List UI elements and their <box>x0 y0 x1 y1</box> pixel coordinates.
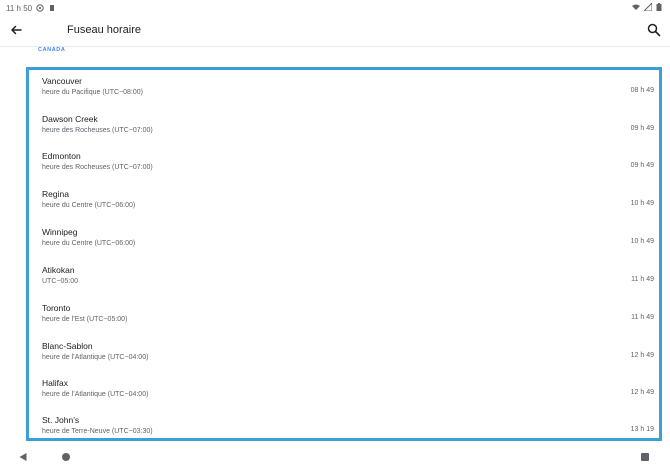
zone-name: heure de l’Atlantique (UTC−04:00) <box>42 391 149 398</box>
app-bar: Fuseau horaire <box>0 16 670 46</box>
page-title: Fuseau horaire <box>67 24 141 36</box>
city-name: Vancouver <box>42 76 83 86</box>
sd-card-icon <box>50 5 55 11</box>
section-header: CANADA <box>38 47 66 53</box>
local-time: 09 h 49 <box>630 125 654 132</box>
search-icon[interactable] <box>646 22 662 38</box>
city-name: Winnipeg <box>42 227 78 237</box>
city-name: Regina <box>42 189 69 199</box>
zone-name: heure du Pacifique (UTC−08:00) <box>42 89 143 96</box>
nav-back-icon[interactable] <box>18 452 28 462</box>
back-arrow-icon[interactable] <box>8 22 24 38</box>
city-name: Atikokan <box>42 265 75 275</box>
zone-name: heure des Rocheuses (UTC−07:00) <box>42 164 153 171</box>
zone-name: heure de Terre-Neuve (UTC−03:30) <box>42 428 153 435</box>
status-bar: 11 h 50 <box>0 0 670 16</box>
zone-name: heure de l’Est (UTC−05:00) <box>42 316 128 323</box>
list-item[interactable]: Dawson Creek heure des Rocheuses (UTC−07… <box>29 110 659 148</box>
list-item[interactable]: Regina heure du Centre (UTC−06:00) 10 h … <box>29 185 659 223</box>
list-item[interactable]: Winnipeg heure du Centre (UTC−06:00) 10 … <box>29 223 659 261</box>
appbar-divider <box>0 46 670 47</box>
system-nav-bar <box>0 441 670 472</box>
city-name: St. John’s <box>42 415 80 425</box>
zone-name: heure du Centre (UTC−06:00) <box>42 202 136 209</box>
local-time: 11 h 49 <box>631 276 654 283</box>
battery-icon <box>656 3 662 11</box>
zone-name: UTC−05:00 <box>42 278 78 285</box>
local-time: 09 h 49 <box>630 162 654 169</box>
wifi-icon <box>632 4 640 10</box>
city-name: Blanc-Sablon <box>42 341 93 351</box>
local-time: 10 h 49 <box>630 238 654 245</box>
city-name: Halifax <box>42 378 68 388</box>
nav-home-icon[interactable] <box>62 453 70 461</box>
local-time: 13 h 19 <box>630 426 654 433</box>
status-right-icons <box>632 3 662 11</box>
zone-name: heure de l’Atlantique (UTC−04:00) <box>42 354 149 361</box>
signal-icon <box>644 3 652 11</box>
status-time: 11 h 50 <box>6 3 33 13</box>
city-name: Edmonton <box>42 151 81 161</box>
list-item[interactable]: Halifax heure de l’Atlantique (UTC−04:00… <box>29 374 659 412</box>
zone-name: heure du Centre (UTC−06:00) <box>42 240 136 247</box>
city-name: Dawson Creek <box>42 114 98 124</box>
local-time: 11 h 49 <box>631 314 654 321</box>
local-time: 10 h 49 <box>630 200 654 207</box>
list-item[interactable]: Blanc-Sablon heure de l’Atlantique (UTC−… <box>29 337 659 375</box>
local-time: 12 h 49 <box>630 389 654 396</box>
list-item[interactable]: Atikokan UTC−05:00 11 h 49 <box>29 261 659 299</box>
timezone-list: Vancouver heure du Pacifique (UTC−08:00)… <box>26 67 662 441</box>
nav-recents-icon[interactable] <box>641 453 649 461</box>
list-item[interactable]: Edmonton heure des Rocheuses (UTC−07:00)… <box>29 147 659 185</box>
list-item[interactable]: Toronto heure de l’Est (UTC−05:00) 11 h … <box>29 299 659 337</box>
zone-name: heure des Rocheuses (UTC−07:00) <box>42 127 153 134</box>
notification-icon <box>36 4 44 12</box>
local-time: 08 h 49 <box>630 87 654 94</box>
local-time: 12 h 49 <box>630 352 654 359</box>
city-name: Toronto <box>42 303 71 313</box>
list-item[interactable]: Vancouver heure du Pacifique (UTC−08:00)… <box>29 72 659 110</box>
